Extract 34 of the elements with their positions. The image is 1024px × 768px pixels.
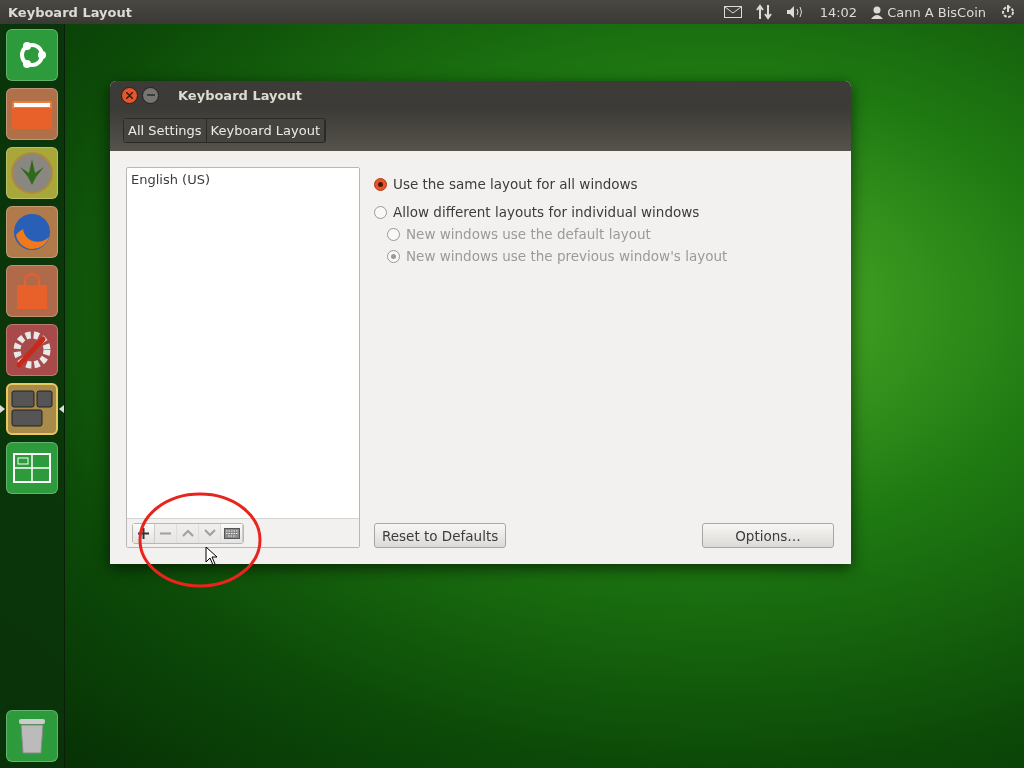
gear-wrench-icon	[11, 329, 53, 371]
reset-button[interactable]: Reset to Defaults	[374, 523, 507, 548]
breadcrumb[interactable]: All Settings	[124, 118, 207, 142]
minimize-button[interactable]	[142, 86, 159, 104]
close-icon	[126, 91, 133, 99]
list-item[interactable]: English (US)	[131, 171, 355, 188]
window-grid-icon	[10, 389, 54, 429]
user-name[interactable]: Cann A BisCoin	[887, 4, 986, 20]
radio-button[interactable]	[374, 205, 387, 219]
power-gear-icon[interactable]	[1000, 4, 1016, 20]
globe-fox-icon	[11, 211, 53, 253]
envelope-icon[interactable]	[723, 6, 742, 18]
active-indicator-icon	[59, 405, 64, 413]
option-label[interactable]: Allow different layouts for individual windows	[393, 204, 700, 220]
window-title: Keyboard Layout	[178, 87, 302, 103]
chevron-down-icon	[203, 529, 216, 537]
radio-button[interactable]	[374, 177, 387, 191]
trash-icon	[17, 717, 47, 755]
keyboard-icon	[223, 527, 240, 539]
options-button[interactable]: Options…	[702, 523, 834, 548]
plus-icon	[138, 527, 149, 539]
breadcrumb[interactable]: Keyboard Layout	[206, 118, 325, 142]
leaf-coin-icon	[10, 151, 54, 195]
app-title: Keyboard Layout	[8, 4, 133, 20]
clock[interactable]: 14:02	[819, 4, 858, 20]
chevron-up-icon	[181, 529, 194, 537]
option-label[interactable]: Use the same layout for all windows	[393, 176, 638, 192]
person-icon	[871, 5, 884, 19]
launcher-item[interactable]	[6, 383, 58, 435]
minimize-icon	[146, 94, 155, 96]
network-arrows-icon[interactable]	[755, 4, 772, 20]
keyboard-button[interactable]	[221, 523, 243, 543]
workspace-switcher-icon	[12, 452, 52, 484]
close-button[interactable]	[121, 86, 138, 104]
